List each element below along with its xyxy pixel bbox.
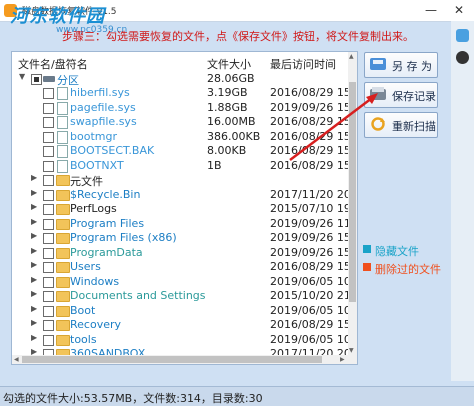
legend-deleted-label: 删除过的文件: [375, 263, 441, 276]
user-icon[interactable]: [456, 29, 469, 42]
legend-hidden-label: 隐藏文件: [375, 245, 419, 258]
legend-hidden-swatch: [363, 245, 371, 253]
side-toolbar: [451, 21, 474, 381]
status-bar: 勾选的文件大小:53.57MB，文件数:314，目录数:30: [0, 386, 474, 406]
qq-icon[interactable]: [456, 51, 469, 64]
status-text: 勾选的文件大小:53.57MB，文件数:314，目录数:30: [3, 392, 263, 405]
legend-deleted-swatch: [363, 263, 371, 271]
annotation-arrow: [289, 93, 378, 161]
